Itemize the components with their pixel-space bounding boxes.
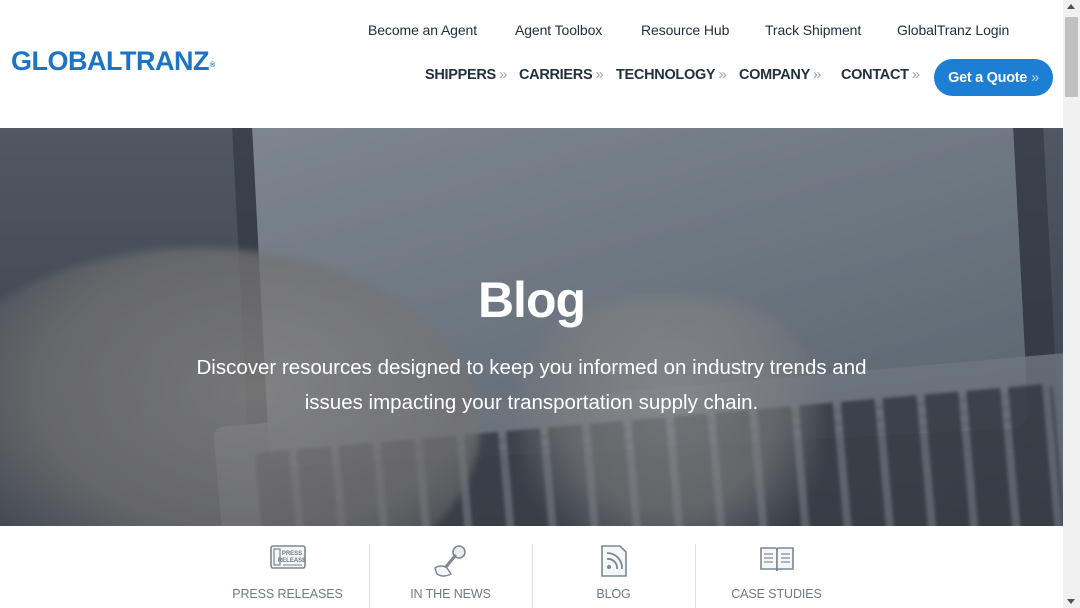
rss-document-icon	[594, 544, 634, 580]
get-a-quote-label: Get a Quote	[948, 69, 1028, 86]
category-in-the-news-label: IN THE NEWS	[410, 587, 491, 601]
nav-company-label: COMPANY	[739, 67, 810, 83]
nav-contact[interactable]: CONTACT»	[841, 66, 920, 83]
nav-resource-hub[interactable]: Resource Hub	[641, 22, 729, 38]
scroll-down-arrow-icon[interactable]	[1067, 599, 1075, 604]
nav-track-shipment[interactable]: Track Shipment	[765, 22, 861, 38]
chevron-double-right-icon: »	[812, 66, 821, 83]
category-blog-label: BLOG	[596, 587, 631, 601]
nav-company[interactable]: COMPANY»	[739, 66, 821, 83]
main-nav: SHIPPERS» CARRIERS» TECHNOLOGY» COMPANY»…	[0, 66, 1063, 88]
chevron-double-right-icon: »	[595, 66, 604, 83]
page-scrollbar[interactable]	[1063, 0, 1080, 608]
nav-shippers[interactable]: SHIPPERS»	[425, 66, 507, 83]
page-subtitle-line-1: Discover resources designed to keep you …	[196, 356, 867, 379]
chevron-double-right-icon: »	[911, 66, 920, 83]
category-blog[interactable]: BLOG	[532, 526, 695, 608]
page-title: Blog	[477, 272, 586, 328]
nav-technology-label: TECHNOLOGY	[616, 67, 716, 83]
press-release-icon-text-2: RELEASE	[277, 558, 305, 564]
chevron-double-right-icon: »	[1031, 69, 1039, 86]
press-release-icon-text-1: PRESS	[281, 551, 301, 557]
page-subtitle-line-2: issues impacting your transportation sup…	[304, 391, 759, 414]
chevron-double-right-icon: »	[498, 66, 507, 83]
category-press-releases-label: PRESS RELEASES	[232, 587, 343, 601]
category-in-the-news[interactable]: IN THE NEWS	[369, 526, 532, 608]
utility-nav: Become an Agent Agent Toolbox Resource H…	[0, 22, 1063, 42]
page-subtitle: Discover resources designed to keep you …	[150, 350, 913, 420]
get-a-quote-button[interactable]: Get a Quote»	[934, 59, 1053, 96]
category-case-studies-label: CASE STUDIES	[731, 587, 822, 601]
nav-technology[interactable]: TECHNOLOGY»	[616, 66, 727, 83]
chevron-double-right-icon: »	[718, 66, 727, 83]
nav-carriers-label: CARRIERS	[519, 67, 593, 83]
nav-shippers-label: SHIPPERS	[425, 67, 496, 83]
category-tabs: PRESS RELEASE PRESS RELEASES IN THE NEWS	[0, 526, 1063, 608]
category-press-releases[interactable]: PRESS RELEASE PRESS RELEASES	[206, 526, 369, 608]
microphone-icon	[431, 544, 471, 580]
nav-agent-toolbox[interactable]: Agent Toolbox	[515, 22, 602, 38]
nav-become-an-agent[interactable]: Become an Agent	[368, 22, 477, 38]
nav-globaltranz-login[interactable]: GlobalTranz Login	[897, 22, 1009, 38]
nav-carriers[interactable]: CARRIERS»	[519, 66, 604, 83]
scrollbar-thumb[interactable]	[1065, 17, 1078, 97]
nav-contact-label: CONTACT	[841, 67, 909, 83]
scroll-up-arrow-icon[interactable]	[1067, 4, 1075, 9]
hero-banner: Blog Discover resources designed to keep…	[0, 128, 1063, 526]
open-book-icon	[757, 544, 797, 580]
category-case-studies[interactable]: CASE STUDIES	[695, 526, 858, 608]
site-header: GLOBALTRANZ® Become an Agent Agent Toolb…	[0, 0, 1063, 128]
press-release-icon: PRESS RELEASE	[268, 544, 308, 580]
